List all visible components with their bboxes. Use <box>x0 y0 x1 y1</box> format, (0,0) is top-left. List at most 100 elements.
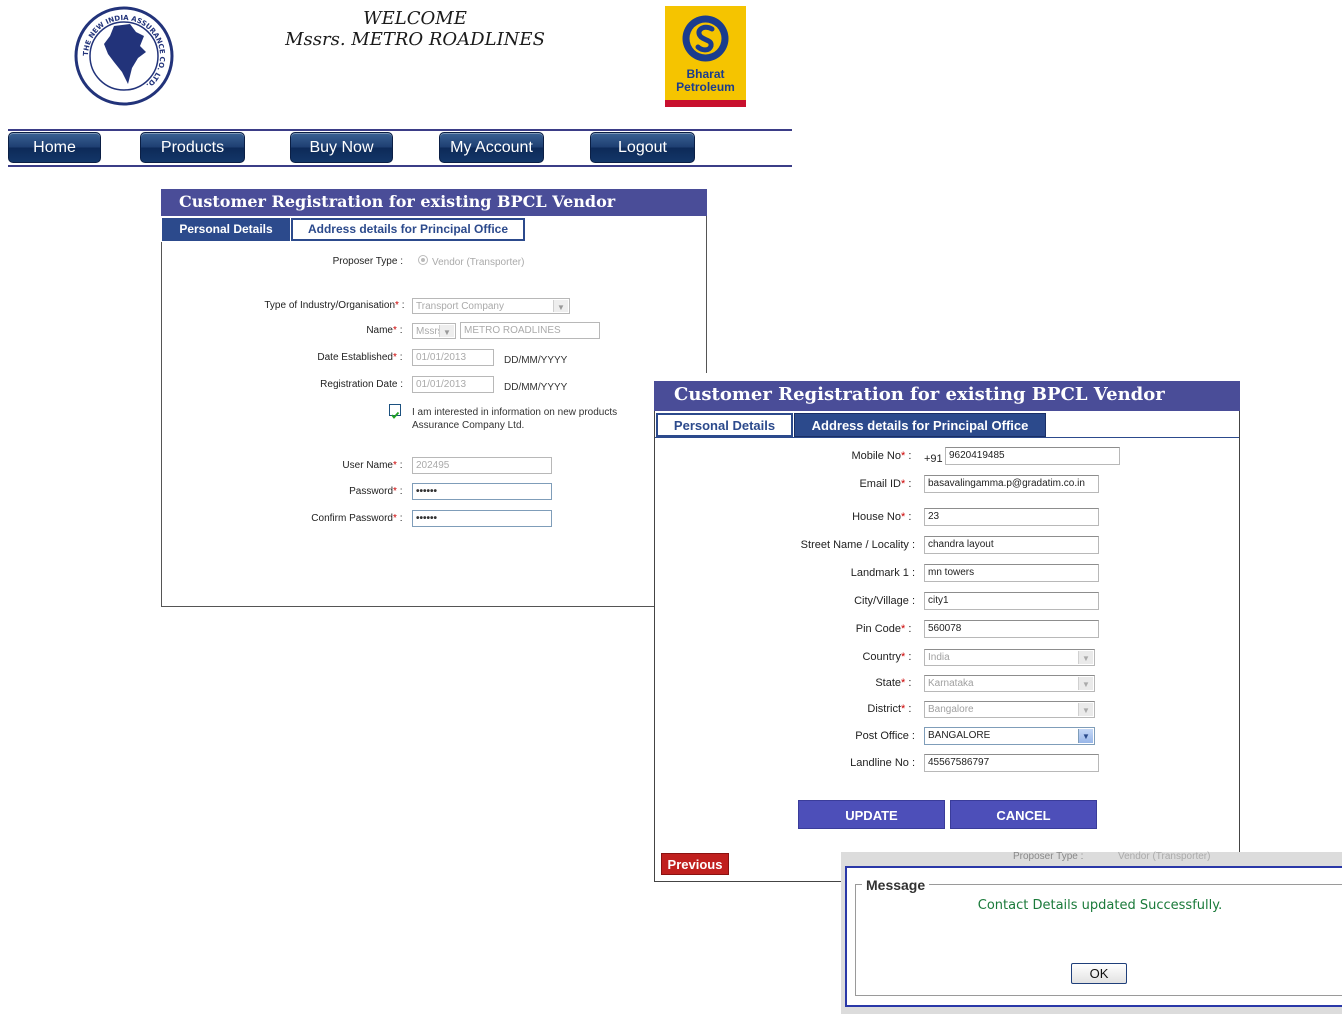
date-established-label: Date Established <box>317 352 393 363</box>
date-format-hint-1: DD/MM/YYYY <box>504 355 568 366</box>
landmark-label: Landmark 1 : <box>850 567 915 579</box>
cancel-button[interactable]: CANCEL <box>950 800 1097 829</box>
date-established-req: * : <box>393 352 403 363</box>
mobile-label: Mobile No <box>851 450 901 462</box>
state-req: * : <box>901 677 912 689</box>
password-label: Password <box>349 486 393 497</box>
password-input[interactable]: •••••• <box>412 483 552 500</box>
checkmark-icon <box>391 411 400 419</box>
mobile-req: * : <box>901 450 912 462</box>
country-label: Country <box>862 651 901 663</box>
confirm-password-req: * : <box>393 513 403 524</box>
district-label: District <box>867 703 901 715</box>
welcome-label: WELCOME <box>363 8 467 29</box>
district-req: * : <box>901 703 912 715</box>
industry-label: Type of Industry/Organisation <box>264 300 395 311</box>
message-text: Contact Details updated Successfully. <box>977 898 1223 913</box>
bp-logo-band <box>665 100 746 107</box>
proposer-type-value: Vendor (Transporter) <box>432 257 525 268</box>
proposer-type-label: Proposer Type : <box>332 256 403 267</box>
mobile-input[interactable]: 9620419485 <box>945 447 1120 465</box>
nav-logout-button[interactable]: Logout <box>590 132 695 163</box>
state-label: State <box>875 677 901 689</box>
street-input[interactable]: chandra layout <box>924 536 1099 554</box>
date-format-hint-2: DD/MM/YYYY <box>504 382 568 393</box>
nav-products-button[interactable]: Products <box>140 132 245 163</box>
pin-req: * : <box>901 623 912 635</box>
chevron-down-icon: ▼ <box>1078 729 1093 743</box>
personal-details-panel <box>161 189 708 607</box>
username-req: * : <box>393 460 403 471</box>
company-name: Mssrs. METRO ROADLINES <box>285 29 545 50</box>
nav-my-account-button[interactable]: My Account <box>439 132 544 163</box>
registration-date-input[interactable]: 01/01/2013 <box>412 376 494 393</box>
post-office-label: Post Office : <box>855 730 915 742</box>
house-input[interactable]: 23 <box>924 508 1099 526</box>
state-select[interactable]: Karnataka ▼ <box>924 675 1095 692</box>
chevron-down-icon: ▼ <box>1078 677 1093 690</box>
nav-top-rule <box>8 129 792 131</box>
chevron-down-icon: ▼ <box>1078 703 1093 716</box>
username-input[interactable]: 202495 <box>412 457 552 474</box>
tab-address-details[interactable]: Address details for Principal Office <box>291 218 525 241</box>
ok-button[interactable]: OK <box>1071 963 1127 984</box>
tab-personal-details-2[interactable]: Personal Details <box>656 413 793 437</box>
bp-emblem-icon <box>682 15 729 62</box>
panel1-title: Customer Registration for existing BPCL … <box>161 189 707 236</box>
nav-bottom-rule <box>8 165 792 167</box>
interest-checkbox[interactable] <box>389 404 401 419</box>
chevron-down-icon: ▼ <box>1078 651 1093 664</box>
interest-text: I am interested in information on new pr… <box>412 406 617 432</box>
behind-proposer-label: Proposer Type : <box>1013 851 1084 862</box>
email-label: Email ID <box>859 478 901 490</box>
industry-select[interactable]: Transport Company ▼ <box>412 298 570 314</box>
email-req: * : <box>901 478 912 490</box>
country-select[interactable]: India ▼ <box>924 649 1095 666</box>
interest-text-line2: Assurance Company Ltd. <box>412 420 525 431</box>
tab-underline <box>655 437 1239 438</box>
username-label: User Name <box>342 460 393 471</box>
tab-address-details-2[interactable]: Address details for Principal Office <box>794 413 1046 437</box>
country-req: * : <box>901 651 912 663</box>
previous-button[interactable]: Previous <box>661 853 729 875</box>
name-input[interactable]: METRO ROADLINES <box>460 322 600 339</box>
bpcl-line2: Petroleum <box>676 80 735 94</box>
title-select[interactable]: Mssrs ▼ <box>412 323 456 339</box>
email-input[interactable]: basavalingamma.p@gradatim.co.in <box>924 475 1099 493</box>
welcome-heading: WELCOME Mssrs. METRO ROADLINES <box>260 8 570 50</box>
tab-personal-details[interactable]: Personal Details <box>162 218 290 241</box>
name-label: Name <box>366 325 393 336</box>
message-legend: Message <box>862 877 930 893</box>
password-req: * : <box>393 486 403 497</box>
landmark-input[interactable]: mn towers <box>924 564 1099 582</box>
industry-req: * : <box>395 300 405 311</box>
house-label: House No <box>852 511 901 523</box>
landline-input[interactable]: 45567586797 <box>924 754 1099 772</box>
panel1-right-border <box>706 216 707 373</box>
house-req: * : <box>901 511 912 523</box>
bharat-petroleum-logo: Bharat Petroleum <box>665 6 746 107</box>
interest-text-line1: I am interested in information on new pr… <box>412 407 618 418</box>
pin-input[interactable]: 560078 <box>924 620 1099 638</box>
new-india-assurance-logo: THE NEW INDIA ASSURANCE CO. LTD. <box>74 6 174 106</box>
registration-date-label: Registration Date : <box>320 379 403 390</box>
chevron-down-icon: ▼ <box>553 300 568 312</box>
update-button[interactable]: UPDATE <box>798 800 945 829</box>
post-office-select[interactable]: BANGALORE ▼ <box>924 727 1095 745</box>
street-label: Street Name / Locality : <box>800 539 915 551</box>
chevron-down-icon: ▼ <box>439 325 454 337</box>
city-label: City/Village : <box>854 595 915 607</box>
city-input[interactable]: city1 <box>924 592 1099 610</box>
confirm-password-input[interactable]: •••••• <box>412 510 552 527</box>
mobile-prefix: +91 <box>924 453 943 465</box>
district-select[interactable]: Bangalore ▼ <box>924 701 1095 718</box>
date-established-input[interactable]: 01/01/2013 <box>412 349 494 366</box>
behind-proposer-value: Vendor (Transporter) <box>1118 851 1211 862</box>
confirm-password-label: Confirm Password <box>311 513 393 524</box>
panel2-title: Customer Registration for existing BPCL … <box>654 381 1240 433</box>
nav-home-button[interactable]: Home <box>8 132 101 163</box>
nav-buy-now-button[interactable]: Buy Now <box>290 132 393 163</box>
pin-label: Pin Code <box>855 623 901 635</box>
landline-label: Landline No : <box>850 757 915 769</box>
proposer-type-radio <box>418 255 428 265</box>
